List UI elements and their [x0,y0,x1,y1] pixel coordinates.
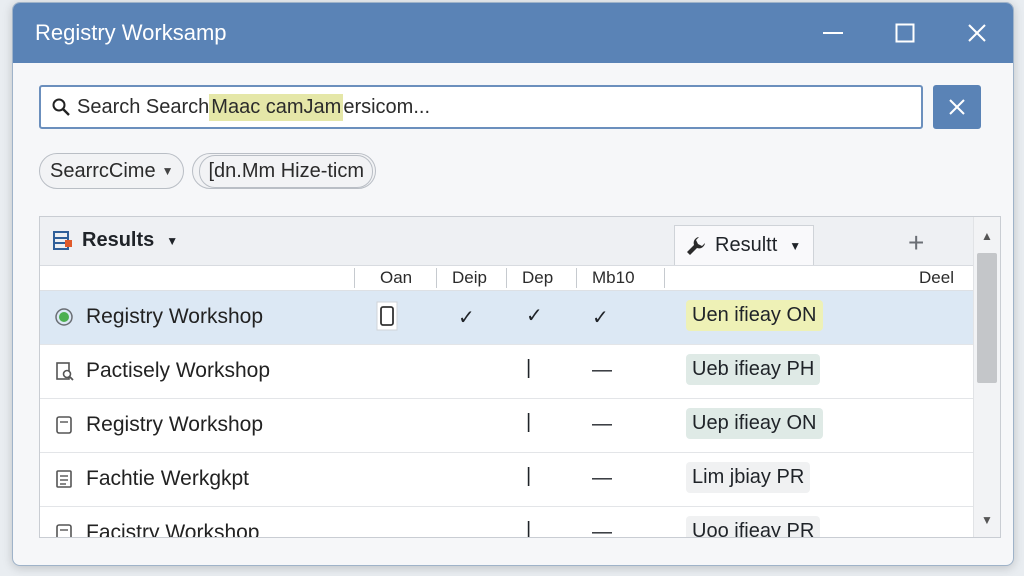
cell-mb10: ✓ [592,307,609,329]
vertical-scrollbar[interactable]: ▲ ▼ [973,217,1000,537]
maximize-icon [895,23,915,43]
wrench-icon [687,236,705,255]
document-icon [54,415,74,440]
cell-dep: | [526,411,532,433]
status-badge: Uoo ifieay PR [686,516,821,537]
chevron-down-icon: ▼ [166,233,179,248]
scroll-up-icon[interactable]: ▲ [981,229,993,243]
row-name: Facistry Workshop [86,521,260,538]
tab-label: Resultt [715,234,778,256]
search-row: Search Search Maac camJam ersicom... [39,85,981,129]
row-name: Pactisely Workshop [86,359,271,382]
cell-deip: ✓ [458,307,475,329]
status-badge: Uep ifieay ON [686,408,823,439]
table-row[interactable]: Facistry Workshop | — Uoo ifieay PR [40,507,1000,538]
search-suffix-text: ersicom... [343,95,431,118]
cell-dep: | [526,357,532,379]
row-name: Registry Workshop [86,413,264,436]
search-input[interactable]: Search Search Maac camJam ersicom... [39,85,923,129]
app-window: Registry Worksamp Search Search Maac cam… [12,2,1014,566]
status-badge: Lim jbiay PR [686,462,811,493]
column-divider [576,268,577,288]
document-lines-icon [54,469,74,494]
column-headers: Oan Deip Dep Mb10 Deel [40,266,1000,291]
table-row[interactable]: Fachtie Werkgkpt | — Lim jbiay PR [40,453,1000,507]
close-icon [968,24,986,42]
checkbox-icon[interactable] [376,301,398,336]
results-panel: Results ▼ Resultt ▼ + Oan Deip Dep Mb10 … [39,216,1001,538]
filter-chip[interactable]: [dn.Mm Hize-ticm [192,153,377,189]
cell-dep: | [526,519,532,538]
status-badge: Uen ifieay ON [686,300,823,331]
chip-label: [dn.Mm Hize-ticm [199,154,374,188]
minimize-button[interactable] [797,3,869,63]
minimize-icon [823,32,843,34]
results-tab[interactable]: Resultt ▼ [674,225,814,265]
column-header-mb10[interactable]: Mb10 [592,268,635,288]
cell-mb10: — [592,521,612,538]
add-tab-button[interactable]: + [908,227,924,259]
filter-chips: SearrcCime ▼ [dn.Mm Hize-ticm [39,153,377,189]
window-title: Registry Worksamp [35,20,227,45]
cell-mb10: — [592,413,612,435]
results-dropdown[interactable]: Results ▼ [52,229,178,252]
filter-chip-dropdown[interactable]: SearrcCime ▼ [39,153,185,189]
document-icon [54,523,74,537]
search-icon [52,98,70,116]
cell-dep: | [526,465,532,487]
column-header-deel[interactable]: Deel [919,268,954,288]
column-divider [506,268,507,288]
chip-label: SearrcCime [50,159,156,182]
results-list: Registry Workshop ✓ ✓ ✓ Uen ifieay ON Pactise… [40,291,1000,538]
table-row[interactable]: Registry Workshop | — Uep ifieay ON [40,399,1000,453]
chevron-down-icon: ▼ [789,238,802,253]
column-divider [664,268,665,288]
column-header-dep[interactable]: Dep [522,268,553,288]
cell-mb10: — [592,467,612,489]
maximize-button[interactable] [869,3,941,63]
close-button[interactable] [941,3,1013,63]
status-badge: Ueb ifieay PH [686,354,821,385]
scroll-down-icon[interactable]: ▼ [981,513,993,527]
column-divider [436,268,437,288]
cell-dep: ✓ [526,305,543,327]
title-bar[interactable]: Registry Worksamp [13,3,1013,63]
window-controls [797,3,1013,63]
scrollbar-thumb[interactable] [977,253,997,383]
table-row[interactable]: Pactisely Workshop | — Ueb ifieay PH [40,345,1000,399]
column-header-oan[interactable]: Oan [380,268,412,288]
panel-header: Results ▼ Resultt ▼ + [40,217,1000,266]
clear-search-button[interactable] [933,85,981,129]
search-highlight-text: Maac camJam [209,93,344,121]
column-header-deip[interactable]: Deip [452,268,487,288]
results-title: Results [82,229,155,251]
search-prefix-text: Search Search [77,95,210,118]
row-name: Registry Workshop [86,305,264,328]
radio-selected-icon [54,307,74,332]
close-icon [949,99,965,115]
row-name: Fachtie Werkgkpt [86,467,250,490]
table-row[interactable]: Registry Workshop ✓ ✓ ✓ Uen ifieay ON [40,291,1000,345]
results-grid-icon [53,230,72,250]
search-document-icon [54,361,76,388]
column-divider [354,268,355,288]
cell-mb10: — [592,359,612,381]
chevron-down-icon: ▼ [161,164,174,178]
